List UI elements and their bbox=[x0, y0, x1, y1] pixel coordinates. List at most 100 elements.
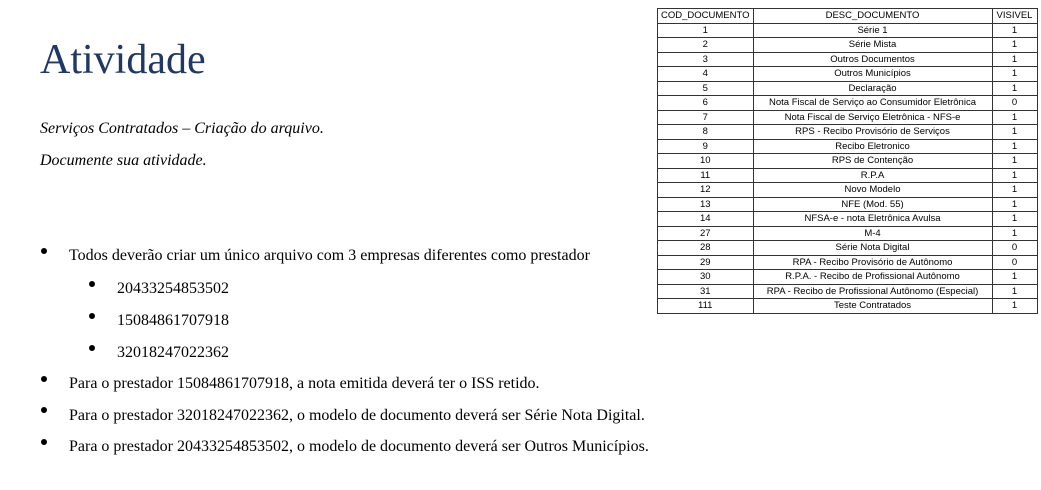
cell-visivel: 1 bbox=[991, 66, 1038, 82]
cell-visivel: 1 bbox=[991, 167, 1038, 183]
sub-bullet-dot bbox=[89, 345, 95, 351]
cell-cod-documento: 1 bbox=[657, 22, 754, 38]
cell-desc-documento: RPS de Contenção bbox=[752, 153, 993, 169]
document-types-table: COD_DOCUMENTO DESC_DOCUMENTO VISIVEL 1 Sé… bbox=[657, 8, 1038, 314]
cell-desc-documento: RPA - Recibo Provisório de Autônomo bbox=[752, 254, 993, 270]
cell-cod-documento: 7 bbox=[657, 109, 754, 125]
table-row: 9 Recibo Eletronico 1 bbox=[657, 138, 1038, 154]
table-row: 4 Outros Municípios 1 bbox=[657, 66, 1038, 82]
table-row: 28 Série Nota Digital 0 bbox=[657, 240, 1038, 256]
subtitle-instruction: Documente sua atividade. bbox=[40, 152, 207, 169]
cell-desc-documento: Nota Fiscal de Serviço ao Consumidor Ele… bbox=[752, 95, 993, 111]
table-row: 3 Outros Documentos 1 bbox=[657, 51, 1038, 67]
cell-desc-documento: Outros Municípios bbox=[752, 66, 993, 82]
cell-visivel: 0 bbox=[991, 254, 1038, 270]
cell-cod-documento: 3 bbox=[657, 51, 754, 67]
cell-visivel: 1 bbox=[991, 153, 1038, 169]
sub-bullet-dot bbox=[89, 313, 95, 319]
sub-bullet-cnpj-2: 15084861707918 bbox=[117, 312, 229, 329]
cell-visivel: 1 bbox=[991, 80, 1038, 96]
table-row: 31 RPA - Recibo de Profissional Autônomo … bbox=[657, 283, 1038, 299]
header-desc-documento: DESC_DOCUMENTO bbox=[752, 8, 993, 24]
bullet-item-outros-municipios: Para o prestador 20433254853502, o model… bbox=[69, 438, 649, 455]
cell-cod-documento: 10 bbox=[657, 153, 754, 169]
bullet-item-serie-nota-digital: Para o prestador 32018247022362, o model… bbox=[69, 407, 645, 424]
cell-desc-documento: R.P.A. - Recibo de Profissional Autônomo bbox=[752, 269, 993, 285]
header-cod-documento: COD_DOCUMENTO bbox=[657, 8, 754, 24]
bullet-dot bbox=[41, 439, 47, 445]
cell-cod-documento: 4 bbox=[657, 66, 754, 82]
bullet-item-prestadores: Todos deverão criar um único arquivo com… bbox=[69, 247, 590, 264]
cell-cod-documento: 30 bbox=[657, 269, 754, 285]
cell-cod-documento: 27 bbox=[657, 225, 754, 241]
table-row: 27 M-4 1 bbox=[657, 225, 1038, 241]
cell-cod-documento: 8 bbox=[657, 124, 754, 140]
cell-cod-documento: 9 bbox=[657, 138, 754, 154]
cell-cod-documento: 12 bbox=[657, 182, 754, 198]
cell-visivel: 1 bbox=[991, 283, 1038, 299]
bullet-dot bbox=[41, 248, 47, 254]
table-row: 14 NFSA-e - nota Eletrônica Avulsa 1 bbox=[657, 211, 1038, 227]
cell-cod-documento: 5 bbox=[657, 80, 754, 96]
sub-bullet-cnpj-1: 20433254853502 bbox=[117, 280, 229, 297]
table-row: 12 Novo Modelo 1 bbox=[657, 182, 1038, 198]
cell-visivel: 1 bbox=[991, 269, 1038, 285]
table-row: 1 Série 11 bbox=[657, 22, 1038, 38]
cell-desc-documento: Série 1 bbox=[752, 22, 993, 38]
cell-visivel: 1 bbox=[991, 298, 1038, 314]
cell-cod-documento: 111 bbox=[657, 298, 754, 314]
cell-visivel: 0 bbox=[991, 95, 1038, 111]
cell-visivel: 0 bbox=[991, 240, 1038, 256]
cell-desc-documento: Outros Documentos bbox=[752, 51, 993, 67]
cell-cod-documento: 6 bbox=[657, 95, 754, 111]
cell-desc-documento: Novo Modelo bbox=[752, 182, 993, 198]
sub-bullet-dot bbox=[89, 281, 95, 287]
cell-desc-documento: Série Nota Digital bbox=[752, 240, 993, 256]
table-row: 30 R.P.A. - Recibo de Profissional Autôno… bbox=[657, 269, 1038, 285]
cell-desc-documento: NFSA-e - nota Eletrônica Avulsa bbox=[752, 211, 993, 227]
cell-visivel: 1 bbox=[991, 211, 1038, 227]
cell-cod-documento: 31 bbox=[657, 283, 754, 299]
page-title: Atividade bbox=[40, 37, 206, 83]
cell-cod-documento: 29 bbox=[657, 254, 754, 270]
bullet-item-iss-retido: Para o prestador 15084861707918, a nota … bbox=[69, 375, 540, 392]
table-row: 5 Declaração 1 bbox=[657, 80, 1038, 96]
cell-desc-documento: R.P.A bbox=[752, 167, 993, 183]
cell-visivel: 1 bbox=[991, 109, 1038, 125]
cell-cod-documento: 13 bbox=[657, 196, 754, 212]
cell-cod-documento: 2 bbox=[657, 37, 754, 53]
cell-visivel: 1 bbox=[991, 37, 1038, 53]
cell-cod-documento: 11 bbox=[657, 167, 754, 183]
cell-visivel: 1 bbox=[991, 138, 1038, 154]
table-row: 2 Série Mista 1 bbox=[657, 37, 1038, 53]
cell-desc-documento: Teste Contratados bbox=[752, 298, 993, 314]
cell-desc-documento: Nota Fiscal de Serviço Eletrônica - NFS-… bbox=[752, 109, 993, 125]
table-row: 13 NFE (Mod. 55) 1 bbox=[657, 196, 1038, 212]
table-body: 1 Série 1 1 2 Série Mista 1 3 Outros Documentos… bbox=[657, 22, 1038, 314]
sub-bullet-cnpj-3: 32018247022362 bbox=[117, 344, 229, 361]
table-row: 11 R.P.A 1 bbox=[657, 167, 1038, 183]
table-row: 7 Nota Fiscal de Serviço Eletrônica - NFS… bbox=[657, 109, 1038, 125]
cell-desc-documento: M-4 bbox=[752, 225, 993, 241]
bullet-dot bbox=[41, 376, 47, 382]
table-row: 6 Nota Fiscal de Serviço ao Consumidor El… bbox=[657, 95, 1038, 111]
cell-visivel: 1 bbox=[991, 196, 1038, 212]
cell-visivel: 1 bbox=[991, 51, 1038, 67]
cell-visivel: 1 bbox=[991, 124, 1038, 140]
cell-visivel: 1 bbox=[991, 225, 1038, 241]
cell-visivel: 1 bbox=[991, 22, 1038, 38]
table-row: 8 RPS - Recibo Provisório de Serviços 1 bbox=[657, 124, 1038, 140]
cell-visivel: 1 bbox=[991, 182, 1038, 198]
cell-cod-documento: 28 bbox=[657, 240, 754, 256]
bullet-dot bbox=[41, 407, 47, 413]
cell-desc-documento: Recibo Eletronico bbox=[752, 138, 993, 154]
table-row: 29 RPA - Recibo Provisório de Autônomo 0 bbox=[657, 254, 1038, 270]
cell-desc-documento: Série Mista bbox=[752, 37, 993, 53]
cell-desc-documento: RPA - Recibo de Profissional Autônomo (E… bbox=[752, 283, 993, 299]
header-visivel: VISIVEL bbox=[991, 8, 1038, 24]
cell-desc-documento: NFE (Mod. 55) bbox=[752, 196, 993, 212]
cell-desc-documento: RPS - Recibo Provisório de Serviços bbox=[752, 124, 993, 140]
cell-cod-documento: 14 bbox=[657, 211, 754, 227]
cell-desc-documento: Declaração bbox=[752, 80, 993, 96]
table-row: 111 Teste Contratados 1 bbox=[657, 298, 1038, 314]
